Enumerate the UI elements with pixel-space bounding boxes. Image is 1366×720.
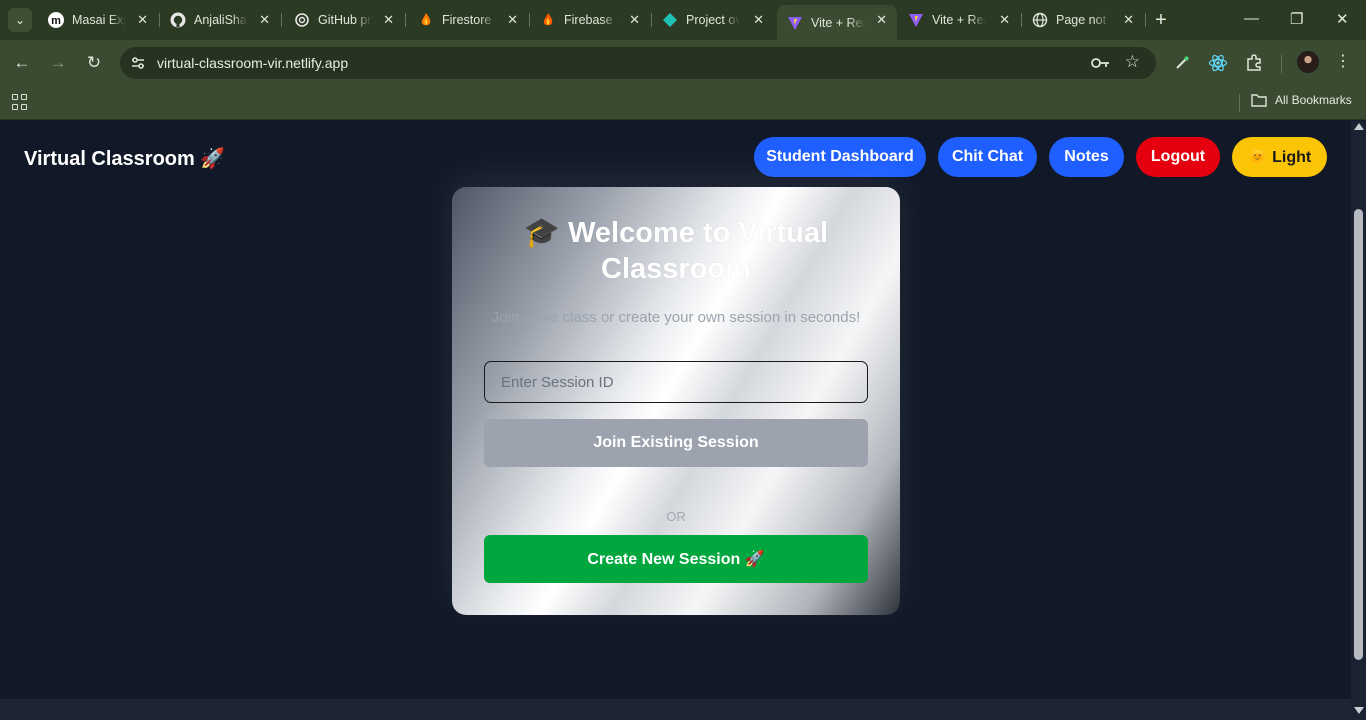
tab-title: AnjaliShar bbox=[194, 13, 248, 27]
browser-tab[interactable]: AnjaliShar ✕ bbox=[160, 5, 280, 35]
create-session-button[interactable]: Create New Session 🚀 bbox=[484, 535, 868, 583]
diamond-icon bbox=[662, 12, 678, 28]
chevron-down-icon: ⌄ bbox=[14, 13, 26, 27]
vite-icon bbox=[908, 12, 924, 28]
close-icon[interactable]: ✕ bbox=[507, 12, 518, 28]
all-bookmarks-label: All Bookmarks bbox=[1275, 93, 1352, 107]
close-icon[interactable]: ✕ bbox=[629, 12, 640, 28]
browser-tab[interactable]: Firebase c ✕ bbox=[530, 5, 650, 35]
tab-title: Firebase c bbox=[564, 13, 618, 27]
masai-icon: m bbox=[48, 12, 64, 28]
tab-search-button[interactable]: ⌄ bbox=[8, 8, 32, 32]
logout-button[interactable]: Logout bbox=[1136, 137, 1220, 177]
tab-title: Vite + Rea bbox=[811, 15, 865, 30]
url-text[interactable]: virtual-classroom-vir.netlify.app bbox=[157, 55, 348, 71]
session-id-input[interactable] bbox=[484, 361, 868, 403]
folder-icon bbox=[1251, 94, 1267, 107]
brand-title[interactable]: Virtual Classroom 🚀 bbox=[24, 146, 225, 171]
close-icon[interactable]: ✕ bbox=[383, 12, 394, 28]
join-session-button[interactable]: Join Existing Session bbox=[484, 419, 868, 467]
site-info-icon[interactable] bbox=[128, 53, 148, 73]
minimize-icon[interactable]: — bbox=[1244, 10, 1259, 27]
browser-tab[interactable]: m Masai Exp ✕ bbox=[38, 5, 158, 35]
apps-grid-icon[interactable] bbox=[12, 94, 28, 110]
browser-tab[interactable]: Vite + Rea ✕ bbox=[898, 5, 1020, 35]
address-bar[interactable]: virtual-classroom-vir.netlify.app ☆ bbox=[120, 47, 1156, 79]
welcome-subtitle: Join a live class or create your own ses… bbox=[491, 309, 861, 326]
extensions-puzzle-icon[interactable] bbox=[1243, 52, 1265, 74]
tab-title: Project ov bbox=[686, 13, 740, 27]
close-icon[interactable]: ✕ bbox=[259, 12, 270, 28]
forward-icon[interactable]: → bbox=[47, 52, 69, 74]
tab-title: Firestore bbox=[442, 13, 492, 27]
page-scrollbar[interactable] bbox=[1351, 121, 1366, 720]
browser-tab[interactable]: Firestore ✕ bbox=[408, 5, 528, 35]
profile-avatar[interactable] bbox=[1297, 51, 1319, 73]
browser-tab[interactable]: Page not f ✕ bbox=[1022, 5, 1144, 35]
reload-icon[interactable]: ↻ bbox=[83, 52, 105, 74]
student-dashboard-button[interactable]: Student Dashboard bbox=[754, 137, 926, 177]
firebase-icon bbox=[540, 12, 556, 28]
globe-icon bbox=[1032, 12, 1048, 28]
browser-tab[interactable]: GitHub pr ✕ bbox=[284, 5, 404, 35]
scroll-thumb[interactable] bbox=[1354, 209, 1363, 660]
password-key-icon[interactable] bbox=[1090, 54, 1110, 77]
browser-tab-strip: ⌄ m Masai Exp ✕ AnjaliShar ✕ GitHub pr ✕… bbox=[0, 0, 1366, 40]
github-icon bbox=[170, 12, 186, 28]
close-icon[interactable]: ✕ bbox=[137, 12, 148, 28]
tab-title: GitHub pr bbox=[318, 13, 372, 27]
firebase-icon bbox=[418, 12, 434, 28]
close-icon[interactable]: ✕ bbox=[876, 12, 887, 28]
bookmark-star-icon[interactable]: ☆ bbox=[1125, 52, 1140, 72]
new-tab-button[interactable]: + bbox=[1150, 9, 1172, 31]
all-bookmarks-button[interactable]: All Bookmarks bbox=[1251, 93, 1352, 107]
browser-toolbar: ← → ↻ virtual-classroom-vir.netlify.app … bbox=[0, 40, 1366, 86]
tab-title: Vite + Rea bbox=[932, 13, 986, 27]
tab-title: Masai Exp bbox=[72, 13, 126, 27]
browser-tab-active[interactable]: Vite + Rea ✕ bbox=[777, 5, 897, 40]
page-footer-strip bbox=[0, 699, 1351, 720]
page-viewport: Virtual Classroom 🚀 Student Dashboard Ch… bbox=[0, 121, 1351, 720]
browser-menu-icon[interactable]: ⋮ bbox=[1335, 51, 1351, 71]
bookmarks-bar: All Bookmarks bbox=[0, 86, 1366, 120]
or-divider: OR bbox=[666, 509, 686, 524]
browser-tab[interactable]: Project ov ✕ bbox=[652, 5, 774, 35]
notes-button[interactable]: Notes bbox=[1049, 137, 1124, 177]
close-icon[interactable]: ✕ bbox=[1123, 12, 1134, 28]
scroll-up-arrow-icon[interactable] bbox=[1354, 123, 1364, 130]
close-window-icon[interactable]: ✕ bbox=[1336, 10, 1349, 28]
back-icon[interactable]: ← bbox=[11, 52, 33, 74]
svg-text:m: m bbox=[51, 15, 61, 27]
close-icon[interactable]: ✕ bbox=[753, 12, 764, 28]
tab-title: Page not f bbox=[1056, 13, 1110, 27]
session-card: 🎓 Welcome to Virtual Classroom Join a li… bbox=[452, 187, 900, 615]
close-icon[interactable]: ✕ bbox=[999, 12, 1010, 28]
eyedropper-extension-icon[interactable] bbox=[1171, 52, 1193, 74]
welcome-heading: 🎓 Welcome to Virtual Classroom bbox=[523, 217, 829, 285]
chit-chat-button[interactable]: Chit Chat bbox=[938, 137, 1037, 177]
scroll-down-arrow-icon[interactable] bbox=[1354, 707, 1364, 714]
restore-icon[interactable]: ❐ bbox=[1290, 10, 1303, 28]
openai-icon bbox=[294, 12, 310, 28]
vite-icon bbox=[787, 15, 803, 31]
react-devtools-icon[interactable] bbox=[1207, 52, 1229, 74]
theme-toggle-button[interactable]: 🌞 Light bbox=[1232, 137, 1327, 177]
